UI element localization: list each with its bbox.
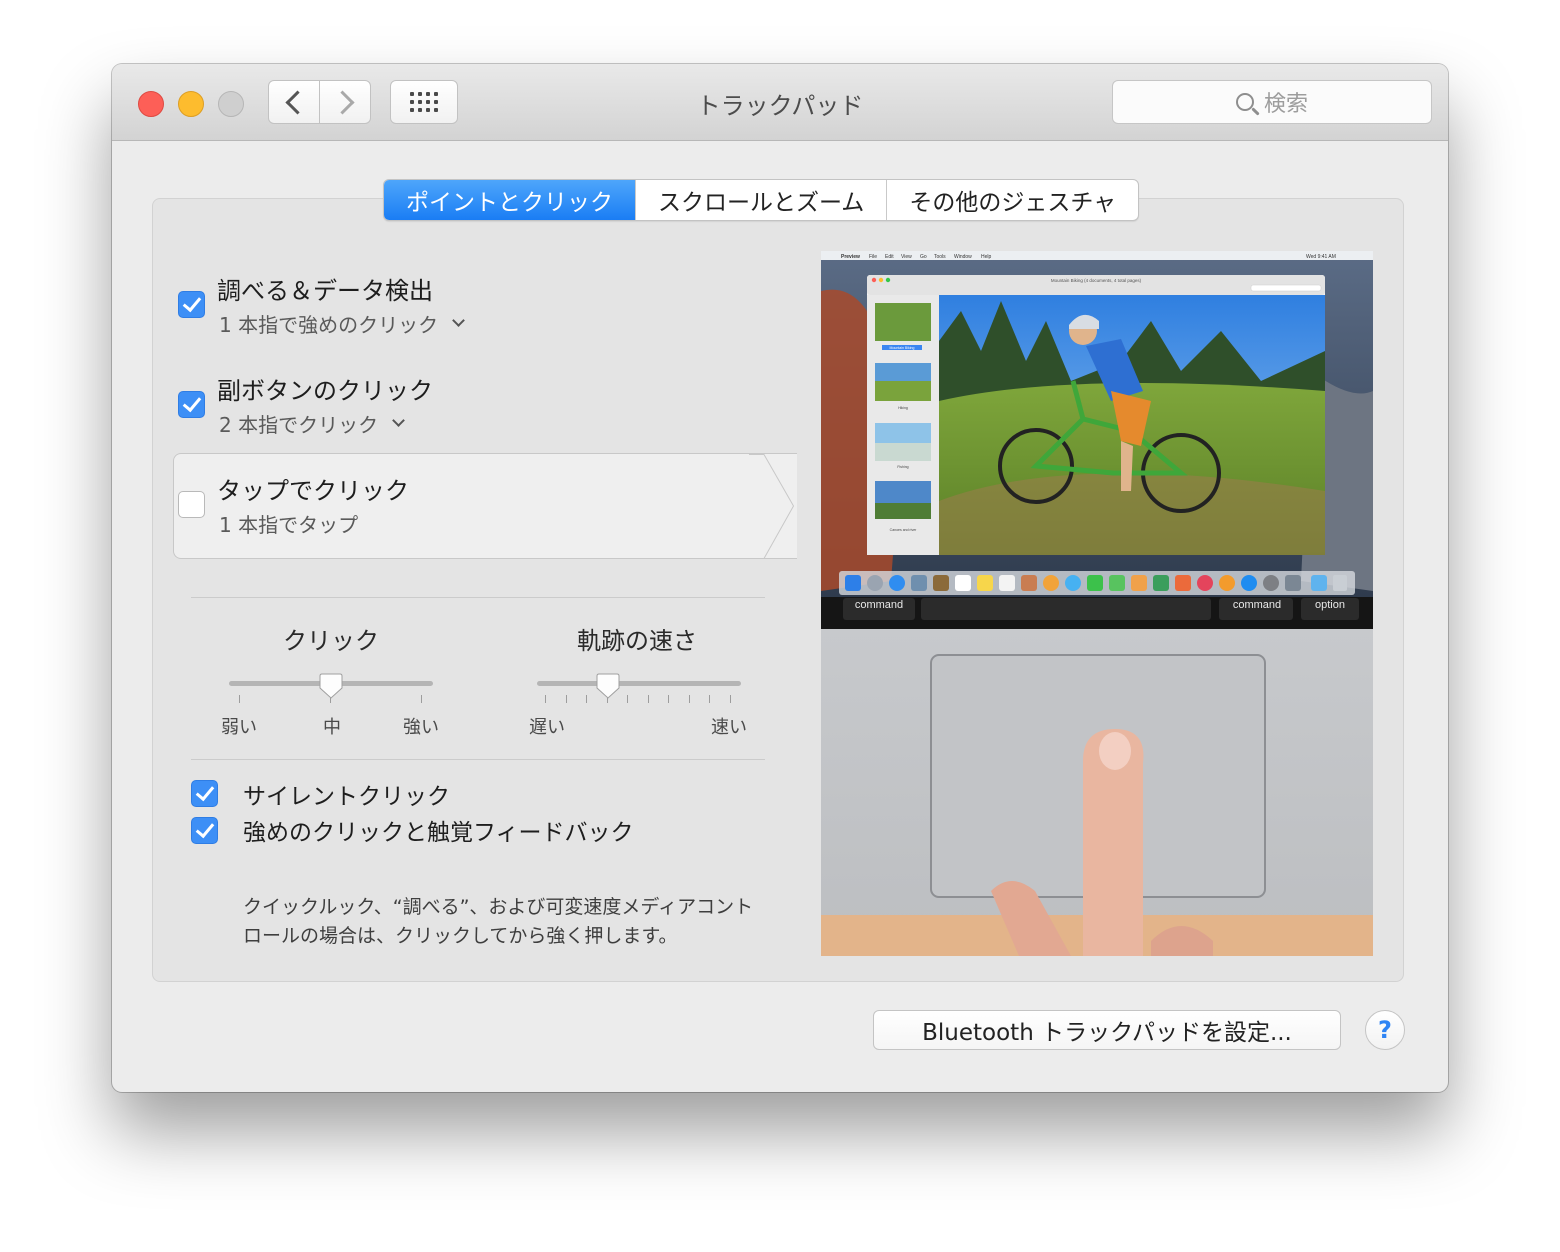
- svg-text:Preview: Preview: [841, 254, 860, 260]
- tap-to-click-checkbox[interactable]: [178, 491, 205, 518]
- svg-text:Tools: Tools: [934, 254, 946, 260]
- svg-text:command: command: [1233, 599, 1281, 611]
- close-button[interactable]: [138, 91, 164, 117]
- tap-to-click-title: タップでクリック: [217, 477, 409, 505]
- selection-arrow: [749, 454, 795, 559]
- chevron-right-icon: [329, 89, 355, 115]
- slider-tick: [709, 695, 710, 703]
- secondary-click-select[interactable]: 2 本指でクリック: [219, 409, 405, 438]
- tracking-slider-knob[interactable]: [596, 673, 620, 699]
- svg-text:View: View: [901, 254, 912, 260]
- slider-tick: [565, 695, 567, 703]
- svg-text:Canoes and river: Canoes and river: [890, 528, 917, 532]
- silent-click-label: サイレントクリック: [243, 784, 450, 810]
- svg-text:Window: Window: [954, 254, 972, 260]
- slider-tick: [647, 695, 649, 703]
- tab-point-and-click[interactable]: ポイントとクリック: [384, 180, 635, 220]
- click-slider-knob[interactable]: [319, 673, 343, 699]
- tab-bar: ポイントとクリック スクロールとズーム その他のジェスチャ: [383, 179, 1140, 221]
- svg-text:File: File: [869, 254, 877, 260]
- tracking-slider-track[interactable]: [537, 681, 741, 686]
- title-bar: トラックパッド 検索: [112, 64, 1448, 141]
- tap-to-click-row[interactable]: [173, 453, 797, 559]
- secondary-click-value: 2 本指でクリック: [219, 413, 379, 437]
- svg-text:command: command: [855, 599, 903, 611]
- forward-button[interactable]: [319, 80, 371, 124]
- tracking-max-label: 速い: [711, 717, 747, 738]
- secondary-click-checkbox[interactable]: [178, 391, 205, 418]
- svg-text:Mountain Biking: Mountain Biking: [890, 346, 915, 350]
- tap-to-click-subtitle: 1 本指でタップ: [219, 509, 358, 538]
- slider-tick: [545, 695, 546, 703]
- svg-text:option: option: [1315, 599, 1345, 611]
- svg-text:Hiking: Hiking: [898, 406, 908, 410]
- slider-tick: [586, 695, 587, 703]
- help-button[interactable]: ?: [1365, 1010, 1405, 1050]
- search-icon: [1235, 93, 1254, 111]
- chevron-down-icon: [392, 414, 405, 427]
- lookup-gesture-value: 1 本指で強めのクリック: [219, 313, 439, 337]
- click-max-label: 強い: [403, 717, 439, 738]
- chevron-left-icon: [284, 89, 310, 115]
- setup-bluetooth-trackpad-button[interactable]: Bluetooth トラックパッドを設定...: [873, 1010, 1341, 1050]
- lookup-title: 調べる＆データ検出: [217, 277, 433, 305]
- svg-text:Fishing: Fishing: [897, 465, 908, 469]
- svg-text:Mountain Biking (4 documents,: Mountain Biking (4 documents, 4 total pa…: [1051, 278, 1142, 283]
- click-mid-label: 中: [323, 717, 341, 738]
- preview-dock: [845, 575, 1347, 591]
- tab-scroll-and-zoom[interactable]: スクロールとズーム: [635, 180, 886, 220]
- slider-tick: [729, 695, 731, 703]
- back-button[interactable]: [268, 80, 320, 124]
- svg-text:Edit: Edit: [885, 254, 894, 260]
- grid-icon: [410, 92, 438, 112]
- secondary-click-title: 副ボタンのクリック: [217, 377, 433, 405]
- search-placeholder: 検索: [1263, 92, 1308, 117]
- lookup-gesture-select[interactable]: 1 本指で強めのクリック: [219, 309, 465, 338]
- svg-text:Go: Go: [920, 254, 927, 260]
- settings-panel: 調べる＆データ検出 1 本指で強めのクリック 副ボタンのクリック 2 本指でクリ…: [152, 198, 1404, 982]
- chevron-down-icon: [452, 314, 465, 327]
- window-title: トラックパッド: [696, 92, 864, 120]
- slider-tick: [688, 695, 690, 703]
- preview-illustration: Preview File Edit View Go Tools Window H…: [821, 251, 1373, 956]
- force-click-description: クイックルック、“調べる”、および可変速度メディアコントロールの場合は、クリック…: [243, 896, 754, 947]
- click-min-label: 弱い: [221, 717, 257, 738]
- search-field[interactable]: 検索: [1112, 80, 1432, 124]
- svg-text:Help: Help: [981, 254, 992, 260]
- tap-to-click-gesture: 1 本指でタップ: [219, 513, 359, 537]
- force-click-label: 強めのクリックと触覚フィードバック: [243, 820, 634, 846]
- divider: [191, 759, 765, 760]
- slider-tick: [668, 695, 669, 703]
- show-all-button[interactable]: [390, 80, 458, 124]
- svg-text:Wed 9:41 AM: Wed 9:41 AM: [1306, 254, 1336, 260]
- tab-more-gestures[interactable]: その他のジェスチャ: [886, 180, 1138, 220]
- preferences-window: トラックパッド 検索 ポイントとクリック スクロールとズーム その他のジェスチャ…: [112, 64, 1448, 1092]
- slider-tick: [239, 695, 240, 703]
- zoom-button[interactable]: [218, 91, 244, 117]
- force-click-checkbox[interactable]: [191, 817, 218, 844]
- minimize-button[interactable]: [178, 91, 204, 117]
- lookup-checkbox[interactable]: [178, 291, 205, 318]
- slider-tick: [421, 695, 422, 703]
- slider-tick: [627, 695, 628, 703]
- gesture-preview: Preview File Edit View Go Tools Window H…: [821, 251, 1373, 956]
- silent-click-checkbox[interactable]: [191, 780, 218, 807]
- divider: [191, 597, 765, 598]
- click-slider-label: クリック: [283, 627, 379, 655]
- tracking-min-label: 遅い: [529, 717, 565, 738]
- tracking-slider-label: 軌跡の速さ: [577, 627, 697, 655]
